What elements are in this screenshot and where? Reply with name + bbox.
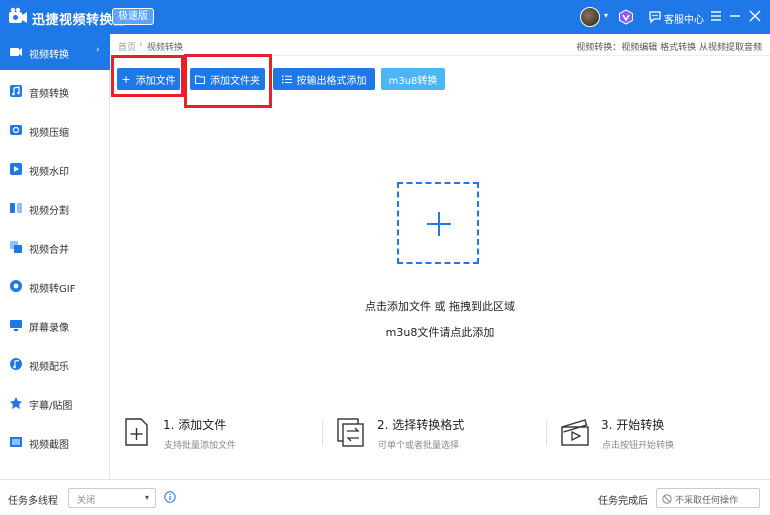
music-icon xyxy=(10,358,22,370)
sidebar-item-label: 视频压缩 xyxy=(29,128,69,139)
feature-description: 视频转换：视频编辑 格式转换 从视频提取音频 xyxy=(576,43,762,53)
sidebar-item-label: 视频截图 xyxy=(29,440,69,451)
subtitle-icon xyxy=(10,397,22,409)
select-format-step-icon xyxy=(337,418,364,447)
after-done-value: 不采取任何操作 xyxy=(675,496,739,506)
close-icon[interactable] xyxy=(745,6,765,26)
sidebar-item-video-music[interactable]: 视频配乐 xyxy=(0,346,110,382)
after-done-select[interactable]: 不采取任何操作 xyxy=(656,488,760,508)
sidebar-item-label: 视频转换 xyxy=(29,50,69,61)
app-logo-icon xyxy=(9,7,27,23)
add-file-step-icon xyxy=(125,418,148,446)
after-done-label: 任务完成后 xyxy=(598,496,648,507)
minimize-icon[interactable] xyxy=(725,6,745,26)
chevron-right-icon: › xyxy=(96,45,100,55)
sidebar-item-video-watermark[interactable]: 视频水印 xyxy=(0,151,110,187)
m3u8-convert-label: m3u8转换 xyxy=(388,75,438,87)
info-icon[interactable] xyxy=(164,491,176,503)
breadcrumb-home-link[interactable]: 首页 xyxy=(118,40,136,53)
video-split-icon xyxy=(10,203,22,213)
sidebar-item-video-to-gif[interactable]: 视频转GIF xyxy=(0,268,110,304)
sidebar-item-video-convert[interactable]: 视频转换 › xyxy=(0,34,110,70)
sidebar-item-video-screenshot[interactable]: 视频截图 xyxy=(0,424,110,460)
menu-icon[interactable] xyxy=(706,6,726,26)
highlight-box-add-file xyxy=(111,55,184,97)
sidebar-item-screen-record[interactable]: 屏幕录像 xyxy=(0,307,110,343)
sidebar-item-label: 视频转GIF xyxy=(29,284,76,295)
sidebar: 视频转换 › 音频转换 视频压缩 视频水印 视频分割 视频合并 视频转GIF 屏… xyxy=(0,34,110,479)
step-divider xyxy=(322,422,323,446)
list-icon xyxy=(281,75,292,83)
video-watermark-icon xyxy=(10,163,22,175)
edition-badge: 极速版 xyxy=(112,8,154,25)
chevron-down-icon: ▾ xyxy=(144,493,149,502)
no-action-icon xyxy=(662,494,672,504)
sidebar-item-label: 字幕/贴图 xyxy=(29,401,73,412)
sidebar-item-label: 视频水印 xyxy=(29,167,69,178)
customer-service-link[interactable]: 客服中心 xyxy=(664,11,704,26)
sidebar-item-label: 音频转换 xyxy=(29,89,69,100)
customer-service-icon[interactable] xyxy=(648,10,662,24)
screen-record-icon xyxy=(10,320,22,331)
add-by-format-label: 按输出格式添加 xyxy=(296,75,367,87)
step-2-subtitle: 可单个或者批量选择 xyxy=(378,441,460,451)
add-by-format-button[interactable]: 按输出格式添加 xyxy=(273,68,375,90)
video-merge-icon xyxy=(10,241,22,253)
step-3-subtitle: 点击按钮开始转换 xyxy=(602,441,675,451)
step-divider xyxy=(546,422,547,446)
sidebar-item-video-compress[interactable]: 视频压缩 xyxy=(0,112,110,148)
breadcrumb-separator: › xyxy=(139,40,143,50)
multi-thread-select[interactable]: 关闭 ▾ xyxy=(68,488,156,508)
sidebar-item-audio-convert[interactable]: 音频转换 xyxy=(0,73,110,109)
bottom-bar: 任务多线程 关闭 ▾ 任务完成后 不采取任何操作 xyxy=(0,479,770,515)
gif-icon xyxy=(10,280,22,292)
step-3-title: 3. 开始转换 xyxy=(601,418,665,432)
sidebar-item-label: 视频分割 xyxy=(29,206,69,217)
user-avatar[interactable] xyxy=(580,7,600,27)
sidebar-item-video-split[interactable]: 视频分割 xyxy=(0,190,110,226)
step-2-title: 2. 选择转换格式 xyxy=(377,418,465,432)
m3u8-convert-button[interactable]: m3u8转换 xyxy=(381,68,445,90)
step-1-title: 1. 添加文件 xyxy=(163,418,227,432)
title-bar: 迅捷视频转换器 极速版 ▾ 客服中心 xyxy=(0,0,770,34)
sidebar-item-label: 屏幕录像 xyxy=(29,323,69,334)
breadcrumb: 首页 › 视频转换 视频转换：视频编辑 格式转换 从视频提取音频 xyxy=(111,34,770,56)
highlight-box-add-folder xyxy=(184,54,272,108)
file-drop-zone[interactable] xyxy=(397,182,479,264)
start-convert-step-icon xyxy=(561,419,589,446)
vip-icon[interactable] xyxy=(618,9,634,25)
audio-convert-icon xyxy=(10,85,22,97)
sidebar-item-subtitle-sticker[interactable]: 字幕/贴图 xyxy=(0,385,110,421)
sidebar-item-video-merge[interactable]: 视频合并 xyxy=(0,229,110,265)
drop-hint-text: 点击添加文件 或 拖拽到此区域 xyxy=(365,300,515,313)
screenshot-icon xyxy=(10,437,22,447)
sidebar-item-label: 视频配乐 xyxy=(29,362,69,373)
m3u8-add-link[interactable]: m3u8文件请点此添加 xyxy=(300,324,580,340)
video-convert-icon xyxy=(10,48,22,56)
multi-thread-value: 关闭 xyxy=(77,496,96,506)
step-1-subtitle: 支持批量添加文件 xyxy=(164,441,237,451)
breadcrumb-current: 视频转换 xyxy=(147,43,184,53)
video-compress-icon xyxy=(10,125,22,135)
avatar-caret-icon[interactable]: ▾ xyxy=(604,11,608,20)
sidebar-item-label: 视频合并 xyxy=(29,245,69,256)
multi-thread-label: 任务多线程 xyxy=(8,496,58,507)
